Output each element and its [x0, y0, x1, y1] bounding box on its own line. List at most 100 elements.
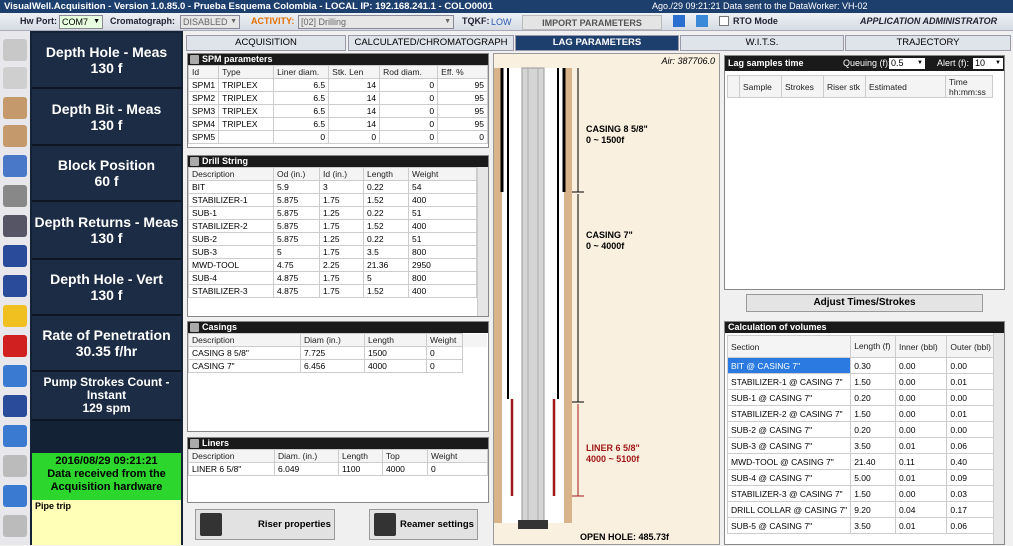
cell: SPM2: [187, 91, 220, 105]
tab-lag-parameters[interactable]: LAG PARAMETERS: [515, 35, 679, 51]
table-row[interactable]: SUB-2 5.875 1.25 0.22 51: [188, 232, 477, 246]
pipe-icon[interactable]: [3, 245, 27, 267]
table-row[interactable]: SUB-3 @ CASING 7" 3.50 0.01 0.06: [726, 437, 995, 454]
alarm-icon[interactable]: [3, 335, 27, 357]
people-group-icon[interactable]: [3, 125, 27, 147]
table-row[interactable]: CASING 7" 6.456 4000 0: [188, 359, 488, 373]
table-row[interactable]: SUB-4 @ CASING 7" 5.00 0.01 0.09: [726, 469, 995, 486]
table-icon[interactable]: [3, 155, 27, 177]
tqkf-value[interactable]: LOW: [488, 15, 518, 29]
table-row[interactable]: SUB-1 5.875 1.25 0.22 51: [188, 206, 477, 220]
table-row[interactable]: STABILIZER-2 5.875 1.75 1.52 400: [188, 219, 477, 233]
table-row[interactable]: CASING 8 5/8" 7.725 1500 0: [188, 346, 488, 360]
drill-string-table: Description Od (in.) Id (in.) Length Wei…: [188, 167, 477, 298]
cell: MWD-TOOL @ CASING 7": [726, 453, 852, 470]
cell: STABILIZER-2 @ CASING 7": [726, 405, 852, 422]
import-parameters-button[interactable]: IMPORT PARAMETERS: [522, 15, 662, 30]
acquisition-status: 2016/08/29 09:21:21 Data received from th…: [32, 453, 181, 500]
users-icon[interactable]: [3, 39, 27, 61]
table-row[interactable]: SPM2 TRIPLEX 6.5 14 0 95: [187, 91, 488, 105]
value-label: Depth Hole - Vert: [50, 271, 163, 287]
monitor-icon[interactable]: [673, 15, 685, 27]
table-row[interactable]: BIT 5.9 3 0.22 54: [188, 180, 477, 194]
cell: SPM5: [187, 130, 220, 144]
table-row[interactable]: STABILIZER-1 @ CASING 7" 1.50 0.00 0.01: [726, 373, 995, 390]
table-row[interactable]: SUB-5 @ CASING 7" 3.50 0.01 0.06: [726, 517, 995, 534]
adjust-times-strokes-button[interactable]: Adjust Times/Strokes: [746, 294, 983, 312]
panel-header: Liners: [188, 438, 488, 449]
column-header: Stk. Len: [328, 65, 381, 79]
cell: SUB-1: [188, 206, 274, 220]
hazard-icon[interactable]: [3, 305, 27, 327]
cell: 0.00: [894, 421, 948, 438]
database-icon[interactable]: [3, 67, 27, 89]
tab-acquisition[interactable]: ACQUISITION: [186, 35, 346, 51]
torque-icon[interactable]: [3, 365, 27, 387]
panel-header: Calculation of volumes: [725, 322, 1004, 333]
column-header: Weight: [427, 449, 488, 463]
cell: 6.5: [273, 78, 330, 92]
table-row[interactable]: MWD-TOOL 4.75 2.25 21.36 2950: [188, 258, 477, 272]
table-row[interactable]: STABILIZER-3 4.875 1.75 1.52 400: [188, 284, 477, 298]
ftp-icon[interactable]: [3, 515, 27, 537]
rto-mode-checkbox[interactable]: [719, 16, 729, 26]
queuing-value: 0.5: [891, 58, 904, 68]
table-row[interactable]: BIT @ CASING 7" 0.30 0.00 0.00: [726, 357, 995, 374]
table-row[interactable]: SUB-1 @ CASING 7" 0.20 0.00 0.00: [726, 389, 995, 406]
people-icon[interactable]: [3, 97, 27, 119]
column-header: Description: [188, 449, 275, 463]
column-header: Weight: [426, 333, 463, 347]
cell: STABILIZER-3 @ CASING 7": [726, 485, 852, 502]
table-row[interactable]: STABILIZER-2 @ CASING 7" 1.50 0.00 0.01: [726, 405, 995, 422]
tab-trajectory[interactable]: TRAJECTORY: [845, 35, 1011, 51]
table-row[interactable]: SPM3 TRIPLEX 6.5 14 0 95: [187, 104, 488, 118]
cell: TRIPLEX: [218, 78, 275, 92]
cell: 0.20: [850, 421, 896, 438]
table-row[interactable]: STABILIZER-1 5.875 1.75 1.52 400: [188, 193, 477, 207]
column-header: Description: [188, 167, 274, 181]
transfer-icon[interactable]: [3, 485, 27, 507]
sensor-icon[interactable]: [3, 395, 27, 417]
activity-select[interactable]: [02] Drilling ▼: [298, 15, 454, 29]
cell: 400: [408, 219, 477, 233]
table-row[interactable]: MWD-TOOL @ CASING 7" 21.40 0.11 0.40: [726, 453, 995, 470]
table-row[interactable]: STABILIZER-3 @ CASING 7" 1.50 0.00 0.03: [726, 485, 995, 502]
wits-icon[interactable]: [3, 425, 27, 447]
chat-icon[interactable]: [696, 15, 708, 27]
table-row[interactable]: SUB-4 4.875 1.75 5 800: [188, 271, 477, 285]
reamer-settings-button[interactable]: Reamer settings: [369, 509, 478, 540]
volumes-scrollbar[interactable]: [993, 333, 1004, 544]
tab-calculated[interactable]: CALCULATED/CHROMATOGRAPH: [348, 35, 514, 51]
cell: [218, 130, 275, 144]
cromatograph-select[interactable]: DISABLED ▼: [180, 15, 240, 29]
casings-table: Description Diam (in.) Length Weight CAS…: [188, 333, 488, 373]
riser-properties-button[interactable]: Riser properties: [195, 509, 335, 540]
table-header: Description Od (in.) Id (in.) Length Wei…: [188, 167, 477, 181]
table-row[interactable]: SPM5 0 0 0 0: [187, 130, 488, 144]
cell: BIT: [188, 180, 274, 194]
column-header: Riser stk: [823, 75, 866, 98]
table-row[interactable]: SPM4 TRIPLEX 6.5 14 0 95: [187, 117, 488, 131]
cell: 95: [437, 78, 488, 92]
table-row[interactable]: SPM1 TRIPLEX 6.5 14 0 95: [187, 78, 488, 92]
app-title: VisualWell.Acquisition - Version 1.0.85.…: [4, 1, 493, 12]
table-row[interactable]: SUB-2 @ CASING 7" 0.20 0.00 0.00: [726, 421, 995, 438]
table-row[interactable]: DRILL COLLAR @ CASING 7" 9.20 0.04 0.17: [726, 501, 995, 518]
tab-wits[interactable]: W.I.T.S.: [680, 35, 844, 51]
total-gas-icon[interactable]: [3, 275, 27, 297]
drill-string-scrollbar[interactable]: [477, 167, 488, 316]
table-row[interactable]: SUB-3 5 1.75 3.5 800: [188, 245, 477, 259]
cell: 21.40: [850, 453, 896, 470]
drill-icon[interactable]: [3, 215, 27, 237]
alert-select[interactable]: 10 ▼: [973, 58, 1003, 69]
block-position: Block Position 60 f: [32, 146, 181, 202]
cell: 1.75: [319, 245, 364, 259]
lag-samples-table: Sample Strokes Riser stk Estimated Time …: [727, 75, 993, 98]
panel-title: Casings: [202, 322, 238, 332]
cell: CASING 8 5/8": [188, 346, 301, 360]
table-row[interactable]: LINER 6 5/8" 6.049 1100 4000 0: [188, 462, 488, 476]
wits-log-icon[interactable]: [3, 455, 27, 477]
rig-icon[interactable]: [3, 185, 27, 207]
queuing-select[interactable]: 0.5 ▼: [889, 58, 925, 69]
hw-port-select[interactable]: COM7 ▼: [59, 15, 103, 29]
